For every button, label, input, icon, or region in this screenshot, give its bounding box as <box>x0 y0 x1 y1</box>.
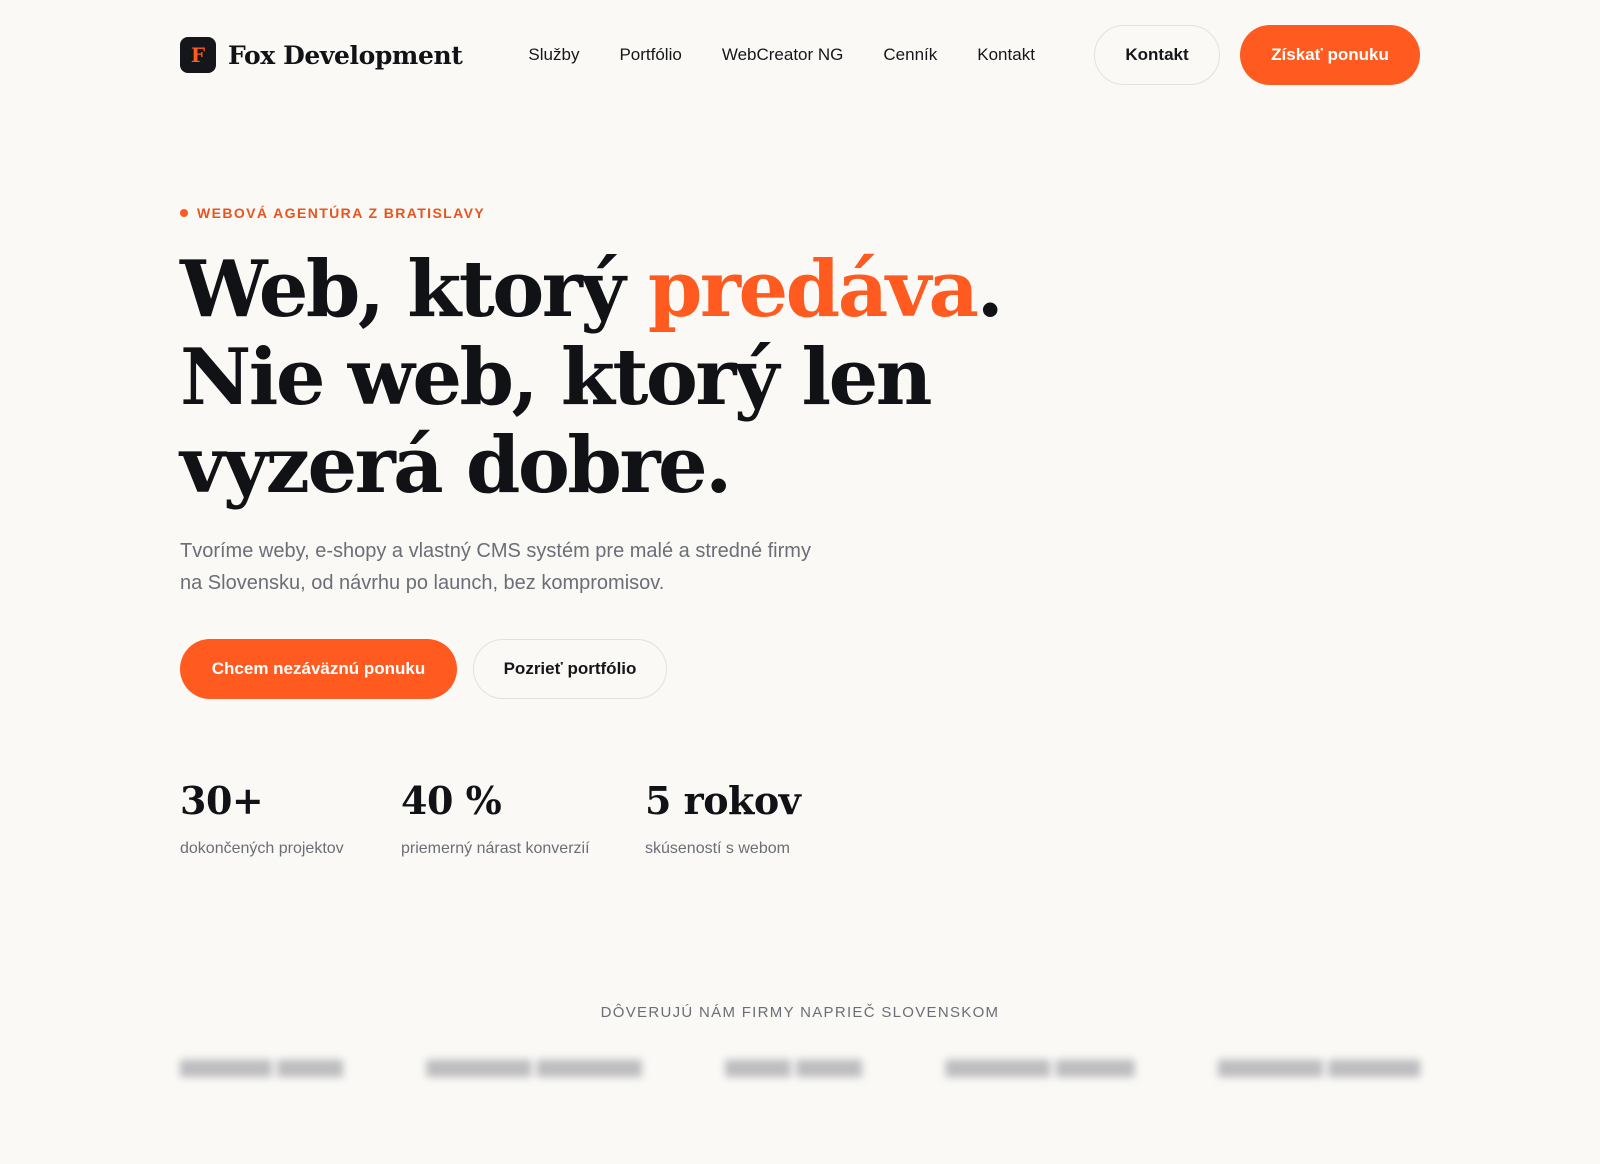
request-offer-button[interactable]: Chcem nezáväznú ponuku <box>180 639 457 699</box>
stat-value: 40 % <box>401 778 502 823</box>
stats-row: 30+ dokončených projektov 40 % priemerný… <box>180 778 845 858</box>
headline-period: . <box>976 244 1004 335</box>
headline-line3: vyzerá dobre. <box>180 420 732 511</box>
stat-value: 5 rokov <box>645 778 801 823</box>
eyebrow-text: WEBOVÁ AGENTÚRA Z BRATISLAVY <box>197 205 486 221</box>
view-portfolio-button[interactable]: Pozrieť portfólio <box>473 639 667 699</box>
hero-eyebrow: WEBOVÁ AGENTÚRA Z BRATISLAVY <box>180 205 485 221</box>
top-navbar: F Fox Development Služby Portfólio WebCr… <box>180 24 1420 86</box>
nav-actions: Kontakt Získať ponuku <box>1094 25 1420 85</box>
nav-link-webcreator[interactable]: WebCreator NG <box>722 45 844 65</box>
trust-title: DÔVERUJÚ NÁM FIRMY NAPRIEČ SLOVENSKOM <box>600 1004 1000 1021</box>
hero-actions: Chcem nezáväznú ponuku Pozrieť portfólio <box>180 639 667 699</box>
stat-projects: 30+ dokončených projektov <box>180 778 401 858</box>
stat-value: 30+ <box>180 778 264 823</box>
client-logos: ▇▇▇▇▇▇▇ ▇▇▇▇▇ ▇▇▇▇▇▇▇▇ ▇▇▇▇▇▇▇▇ ▇▇▇▇▇ ▇▇… <box>180 1058 1420 1078</box>
client-logo: ▇▇▇▇▇ ▇▇▇▇▇ <box>725 1058 862 1078</box>
client-logo: ▇▇▇▇▇▇▇ ▇▇▇▇▇ <box>180 1058 343 1078</box>
brand-name: Fox Development <box>228 40 463 70</box>
headline-line2: Nie web, ktorý len <box>180 332 932 423</box>
client-logo: ▇▇▇▇▇▇▇▇ ▇▇▇▇▇▇ <box>945 1058 1135 1078</box>
stat-conversion: 40 % priemerný nárast konverzií <box>401 778 645 858</box>
get-offer-button[interactable]: Získať ponuku <box>1240 25 1420 85</box>
main-nav: Služby Portfólio WebCreator NG Cenník Ko… <box>528 45 1035 65</box>
client-logo: ▇▇▇▇▇▇▇▇ ▇▇▇▇▇▇▇ <box>1217 1058 1420 1078</box>
hero-headline: Web, ktorý predáva. Nie web, ktorý len v… <box>180 246 1080 510</box>
nav-link-sluzby[interactable]: Služby <box>528 45 579 65</box>
stat-label: skúseností s webom <box>645 840 790 857</box>
client-logo: ▇▇▇▇▇▇▇▇ ▇▇▇▇▇▇▇▇ <box>426 1058 642 1078</box>
nav-link-portfolio[interactable]: Portfólio <box>619 45 681 65</box>
brand[interactable]: F Fox Development <box>180 37 463 73</box>
headline-part1: Web, ktorý <box>180 244 648 335</box>
stat-label: dokončených projektov <box>180 840 344 857</box>
stat-experience: 5 rokov skúseností s webom <box>645 778 845 858</box>
nav-link-kontakt[interactable]: Kontakt <box>977 45 1035 65</box>
headline-accent: predáva <box>647 244 979 335</box>
contact-button[interactable]: Kontakt <box>1094 25 1220 85</box>
nav-link-cennik[interactable]: Cenník <box>883 45 937 65</box>
fox-logo-icon: F <box>180 37 216 73</box>
dot-icon <box>180 209 188 217</box>
hero-lead: Tvoríme weby, e-shopy a vlastný CMS syst… <box>180 540 811 594</box>
stat-label: priemerný nárast konverzií <box>401 840 590 857</box>
